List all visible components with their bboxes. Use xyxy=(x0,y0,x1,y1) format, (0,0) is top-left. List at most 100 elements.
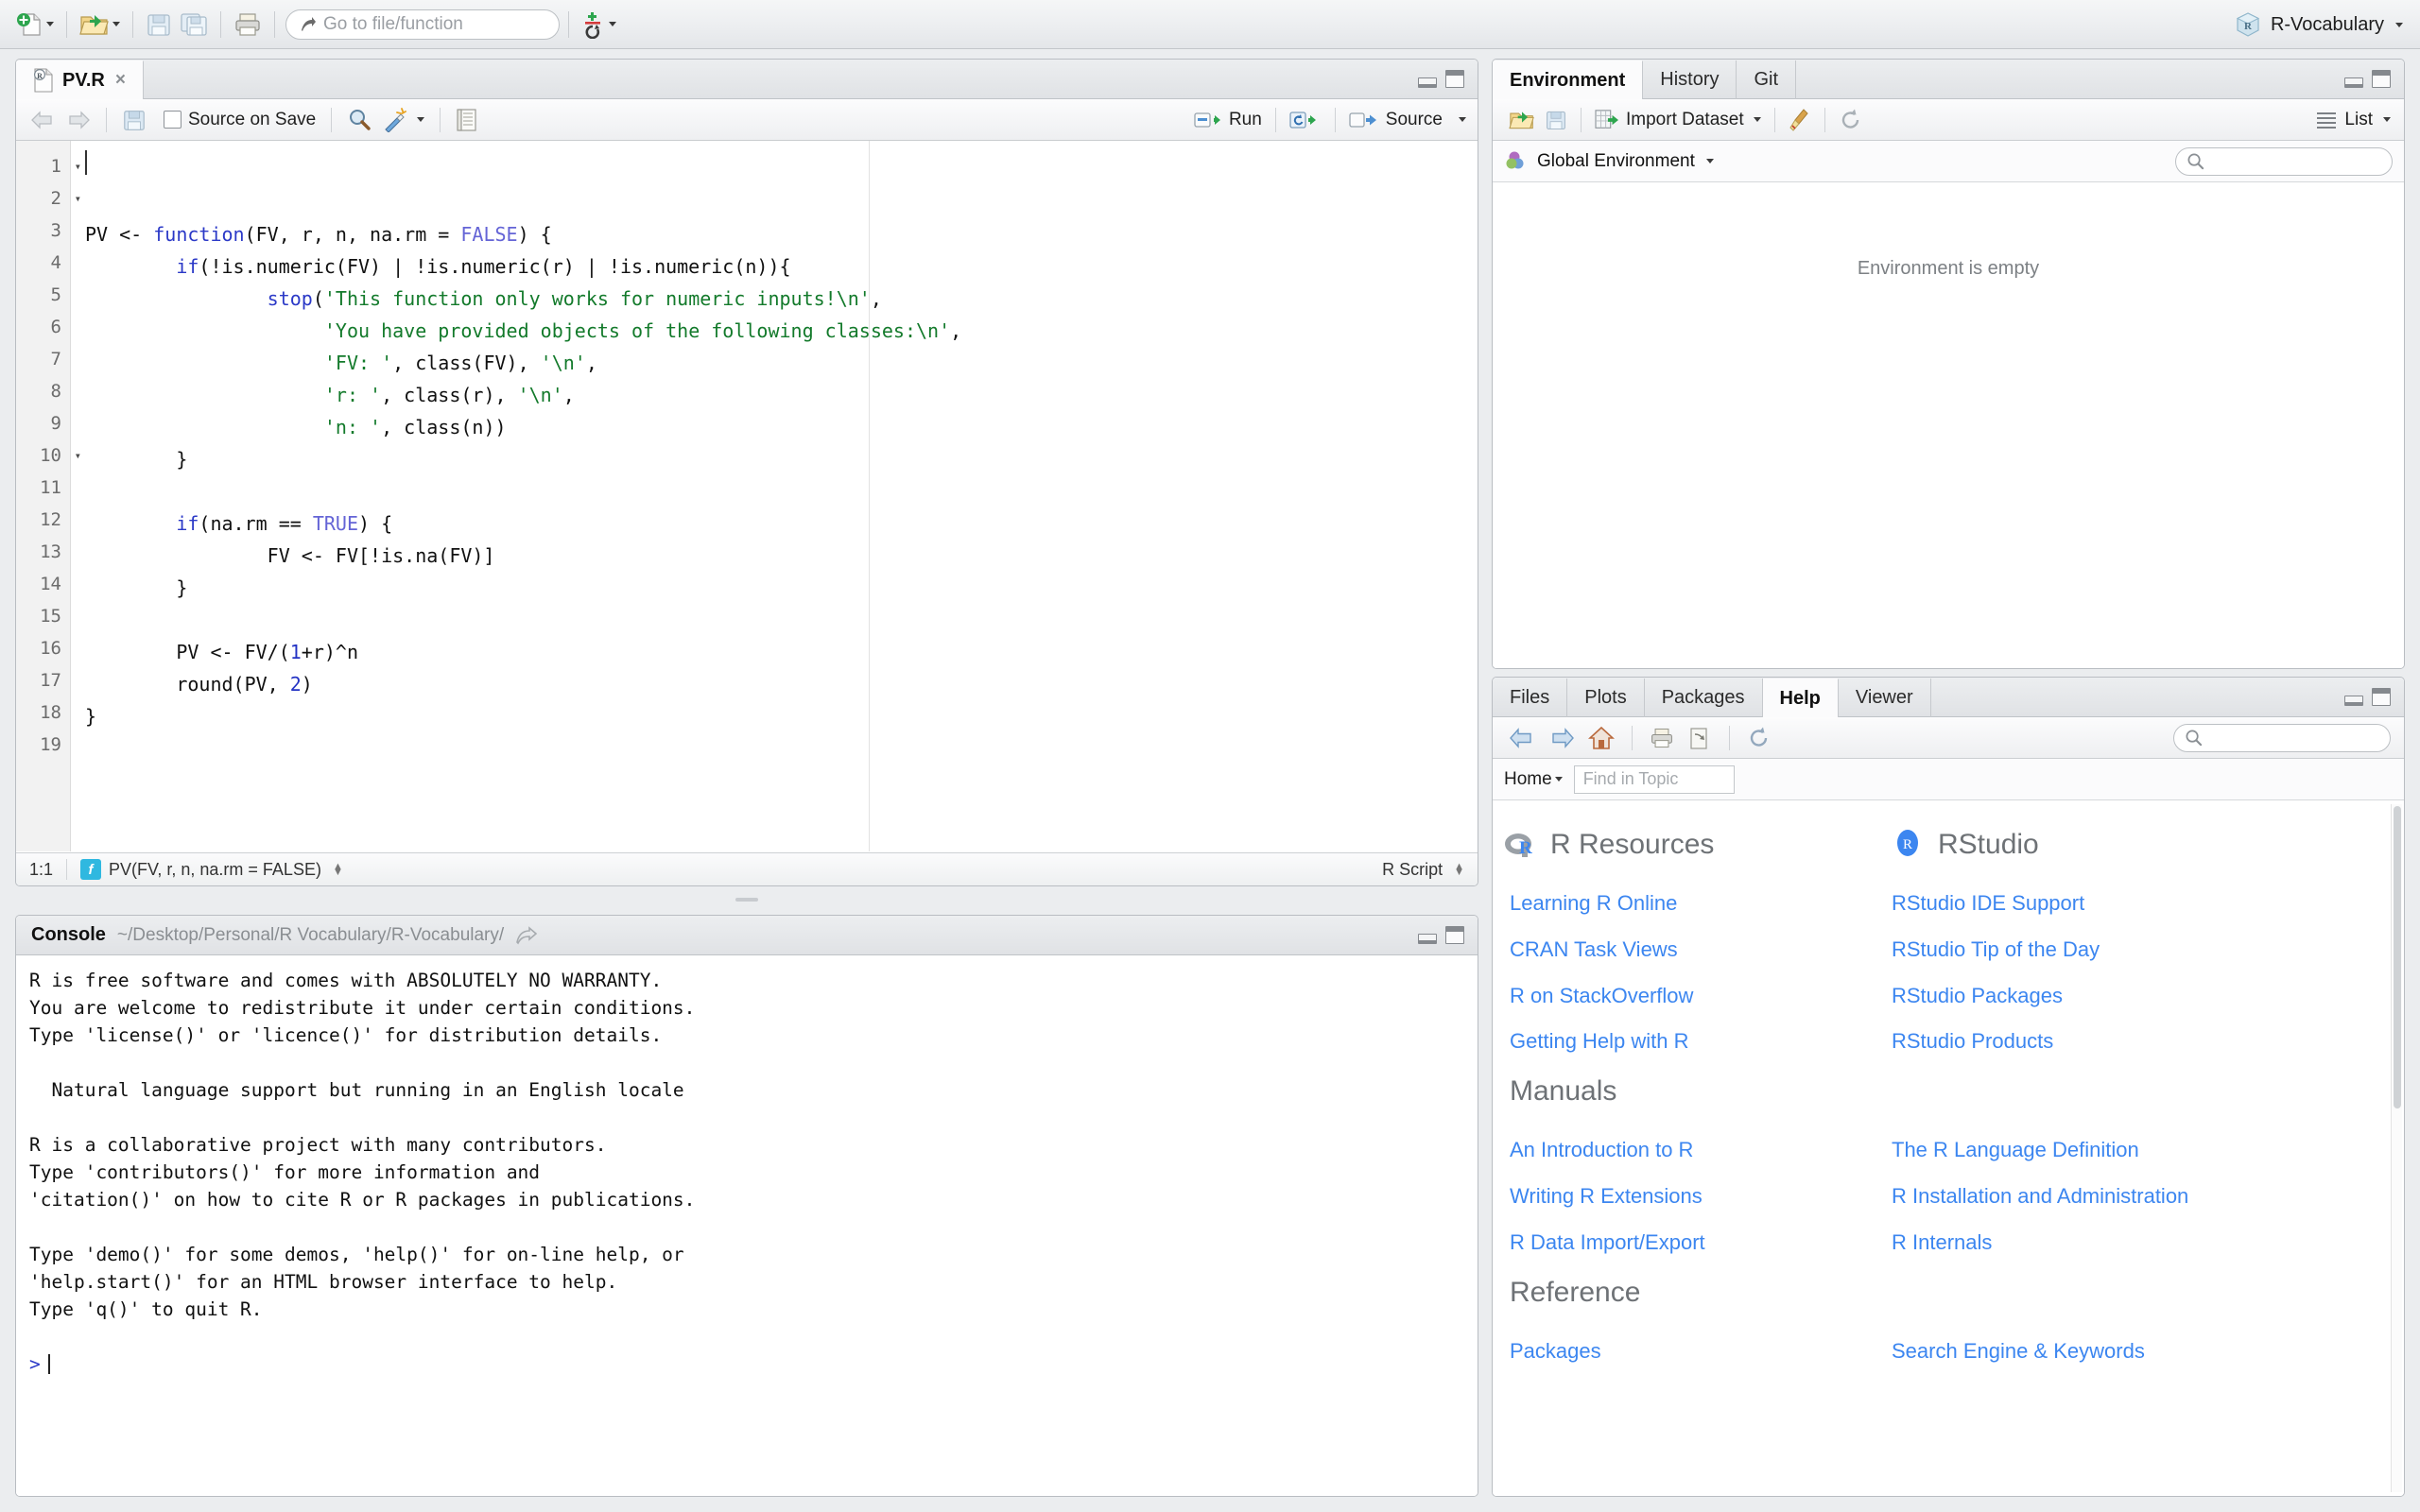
help-link[interactable]: CRAN Task Views xyxy=(1510,937,1892,963)
addins-button[interactable] xyxy=(578,7,620,43)
help-link[interactable]: Getting Help with R xyxy=(1510,1029,1892,1055)
goto-arrow-icon xyxy=(302,16,316,31)
tab-history[interactable]: History xyxy=(1643,60,1737,99)
rerun-button[interactable] xyxy=(1285,110,1326,130)
tab-label: Git xyxy=(1754,69,1779,90)
minimize-pane-icon[interactable] xyxy=(1418,934,1437,944)
maximize-pane-icon[interactable] xyxy=(1445,926,1464,944)
find-replace-button[interactable] xyxy=(342,108,376,132)
file-type-stepper-icon[interactable]: ▲ ▼ xyxy=(1454,862,1464,878)
code-tools-button[interactable] xyxy=(378,107,429,132)
help-home-dropdown[interactable]: Home xyxy=(1504,769,1563,790)
forward-button[interactable] xyxy=(61,110,95,130)
source-on-save-box-icon[interactable] xyxy=(164,111,182,129)
help-home-button[interactable] xyxy=(1583,726,1619,750)
source-save-button[interactable] xyxy=(117,108,151,132)
help-link[interactable]: Search Engine & Keywords xyxy=(1892,1339,2204,1365)
source-tab-pv-r[interactable]: R PV.R × xyxy=(16,60,144,99)
tab-plots[interactable]: Plots xyxy=(1567,679,1645,717)
scope-selector[interactable]: f PV(FV, r, n, na.rm = FALSE) ▲ ▼ xyxy=(67,853,356,885)
clear-objects-button[interactable] xyxy=(1784,108,1816,132)
tab-files[interactable]: Files xyxy=(1493,679,1568,717)
help-link[interactable]: The R Language Definition xyxy=(1892,1138,2204,1163)
help-link[interactable]: R Data Import/Export xyxy=(1510,1230,1892,1256)
environment-toolbar: Import Dataset List xyxy=(1493,99,2404,141)
tab-help[interactable]: Help xyxy=(1762,679,1839,717)
line-number: 12 xyxy=(40,509,61,530)
help-link[interactable]: R Internals xyxy=(1892,1230,2204,1256)
find-in-topic-input[interactable]: Find in Topic xyxy=(1573,765,1735,794)
source-console-splitter[interactable] xyxy=(735,898,758,902)
tab-packages[interactable]: Packages xyxy=(1645,679,1763,717)
tab-environment[interactable]: Environment xyxy=(1493,60,1644,99)
compile-report-button[interactable] xyxy=(451,108,483,132)
scope-label: PV(FV, r, n, na.rm = FALSE) xyxy=(109,859,321,879)
run-button[interactable]: Run xyxy=(1189,110,1267,130)
tab-viewer[interactable]: Viewer xyxy=(1839,679,1931,717)
maximize-pane-icon[interactable] xyxy=(2372,688,2391,706)
help-link[interactable]: Packages xyxy=(1510,1339,1892,1365)
code-editor[interactable]: 1 ▾ 2 ▾ 3 4 5 6 7 8 9 10 ▾ 11 12 13 14 15 16 17 18 19 PV <- f… xyxy=(16,141,1478,851)
open-file-caret-icon[interactable] xyxy=(112,22,120,26)
source-button[interactable]: Source xyxy=(1344,110,1447,130)
save-workspace-button[interactable] xyxy=(1540,109,1572,131)
save-all-button[interactable] xyxy=(176,7,212,43)
help-scrollbar[interactable] xyxy=(2391,804,2402,1492)
code-tools-caret-icon[interactable] xyxy=(417,117,425,122)
maximize-pane-icon[interactable] xyxy=(1445,70,1464,88)
help-link[interactable]: Learning R Online xyxy=(1510,891,1892,917)
import-dataset-button[interactable]: Import Dataset xyxy=(1590,109,1766,131)
line-number: 13 xyxy=(40,541,61,562)
help-link[interactable]: RStudio IDE Support xyxy=(1892,891,2204,917)
close-icon[interactable]: × xyxy=(115,70,126,91)
environment-view-mode[interactable]: List xyxy=(2316,110,2391,130)
help-link[interactable]: RStudio Packages xyxy=(1892,984,2204,1009)
open-in-finder-icon[interactable] xyxy=(515,925,538,946)
help-search-input[interactable] xyxy=(2173,723,2391,752)
help-link[interactable]: An Introduction to R xyxy=(1510,1138,1892,1163)
minimize-pane-icon[interactable] xyxy=(1418,77,1437,88)
help-back-button[interactable] xyxy=(1504,727,1540,749)
addins-caret-icon[interactable] xyxy=(609,22,616,26)
line-number: 2 ▾ xyxy=(16,182,81,215)
open-file-button[interactable] xyxy=(76,7,124,43)
back-button[interactable] xyxy=(26,110,60,130)
new-file-button[interactable] xyxy=(11,7,58,43)
help-print-button[interactable] xyxy=(1645,726,1679,750)
save-button[interactable] xyxy=(142,7,176,43)
help-link[interactable]: Writing R Extensions xyxy=(1510,1184,1892,1210)
editor-status-bar: 1:1 f PV(FV, r, n, na.rm = FALSE) ▲ ▼ R S… xyxy=(16,852,1478,885)
source-caret-icon[interactable] xyxy=(1459,117,1466,122)
file-type-selector[interactable]: R Script ▲ ▼ xyxy=(1369,853,1478,885)
help-forward-button[interactable] xyxy=(1544,727,1580,749)
minimize-pane-icon[interactable] xyxy=(2344,696,2363,706)
minimize-pane-icon[interactable] xyxy=(2344,77,2363,88)
help-home-caret-icon[interactable] xyxy=(1554,777,1563,782)
help-scrollbar-thumb[interactable] xyxy=(2394,806,2401,1108)
help-popout-button[interactable] xyxy=(1683,726,1717,750)
import-dataset-caret-icon[interactable] xyxy=(1753,117,1761,122)
console-prompt-line[interactable]: > xyxy=(29,1350,1478,1378)
help-home-content: R R Resources R RStudio Learning R Online CRA… xyxy=(1493,802,2404,1496)
global-environment-caret-icon[interactable] xyxy=(1705,159,1714,163)
help-link[interactable]: R on StackOverflow xyxy=(1510,984,1892,1009)
help-link[interactable]: RStudio Products xyxy=(1892,1029,2204,1055)
environment-search-input[interactable] xyxy=(2175,146,2393,176)
help-link[interactable]: R Installation and Administration xyxy=(1892,1184,2204,1210)
goto-file-function-input[interactable]: Go to file/function xyxy=(285,9,560,40)
help-refresh-button[interactable] xyxy=(1742,726,1776,750)
tab-git[interactable]: Git xyxy=(1737,60,1797,99)
view-mode-caret-icon[interactable] xyxy=(2383,117,2391,122)
source-on-save-checkbox[interactable]: Source on Save xyxy=(159,110,320,130)
console-output[interactable]: R is free software and comes with ABSOLU… xyxy=(16,955,1478,1496)
code-text-area[interactable]: PV <- function(FV, r, n, na.rm = FALSE) … xyxy=(72,141,1478,851)
help-link[interactable]: RStudio Tip of the Day xyxy=(1892,937,2204,963)
project-caret-icon[interactable] xyxy=(2395,22,2403,27)
refresh-environment-button[interactable] xyxy=(1834,108,1868,132)
new-file-caret-icon[interactable] xyxy=(46,22,54,26)
maximize-pane-icon[interactable] xyxy=(2372,70,2391,88)
project-selector[interactable]: R R-Vocabulary xyxy=(2234,0,2403,49)
load-workspace-button[interactable] xyxy=(1504,108,1540,132)
scope-stepper-icon[interactable]: ▲ ▼ xyxy=(333,862,343,878)
print-button[interactable] xyxy=(230,7,266,43)
